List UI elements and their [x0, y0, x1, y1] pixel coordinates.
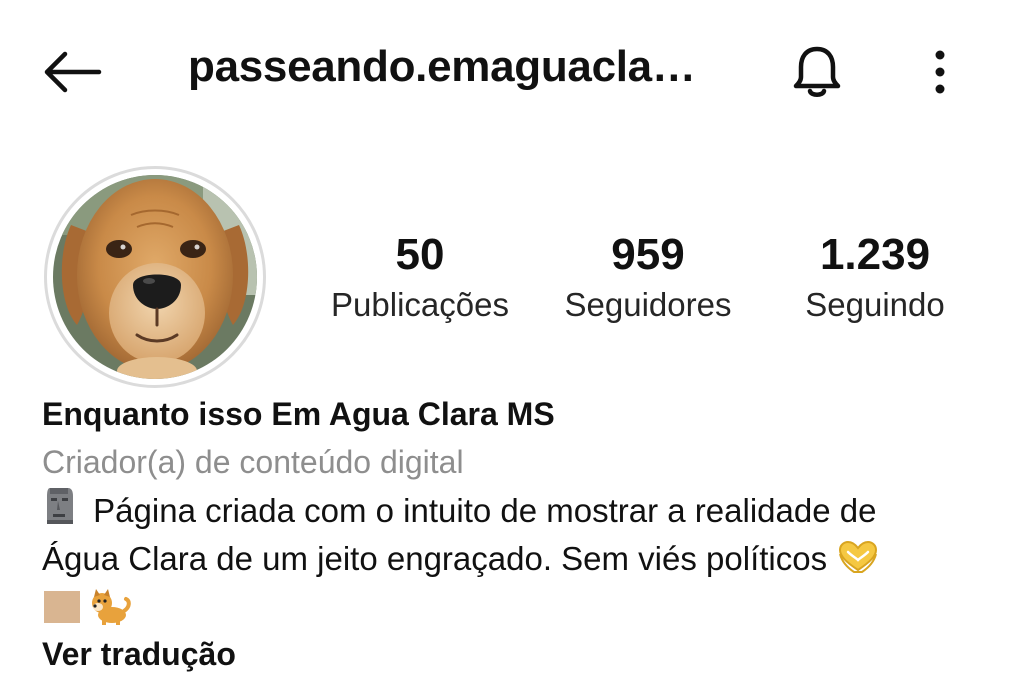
more-vertical-icon [935, 50, 945, 94]
bio-emoji-row [42, 583, 1002, 631]
moai-emoji [47, 488, 73, 524]
following-count: 1.239 [819, 230, 931, 279]
avatar-ring[interactable] [44, 166, 266, 388]
posts-label: Publicações [331, 286, 509, 323]
arrow-left-icon [44, 51, 102, 93]
display-name: Enquanto isso Em Agua Clara MS [42, 396, 555, 432]
bio-line-2-text: Água Clara de um jeito engraçado. Sem vi… [42, 540, 828, 577]
posts-count: 50 [395, 230, 445, 279]
stat-following[interactable]: 1.239 Seguindo [790, 228, 960, 328]
skin-tone-swatch-emoji [44, 591, 80, 623]
profile-avatar[interactable] [53, 175, 257, 379]
bio-line-2: Água Clara de um jeito engraçado. Sem vi… [42, 535, 1002, 583]
profile-bio: Enquanto isso Em Agua Clara MS Criador(a… [42, 390, 1002, 677]
heart-hands-emoji [839, 540, 878, 573]
profile-screen: passeando.emaguacla… 50 Publicações 959 … [0, 0, 1024, 700]
stat-posts[interactable]: 50 Publicações [318, 228, 522, 328]
see-translation-link[interactable]: Ver tradução [42, 631, 1002, 677]
stat-followers[interactable]: 959 Seguidores [550, 228, 746, 328]
profile-category: Criador(a) de conteúdo digital [42, 444, 464, 480]
dog-photo [53, 175, 257, 379]
bell-icon [793, 46, 841, 97]
followers-count: 959 [611, 230, 685, 279]
dog-emoji [92, 589, 131, 625]
notifications-button[interactable] [784, 40, 850, 104]
bio-line-1: Página criada com o intuito de mostrar a… [42, 486, 1002, 535]
profile-username: passeando.emaguacla… [188, 42, 696, 91]
following-label: Seguindo [805, 286, 945, 323]
followers-label: Seguidores [564, 286, 732, 323]
top-bar: passeando.emaguacla… [0, 28, 1024, 112]
back-button[interactable] [36, 46, 108, 98]
more-options-button[interactable] [910, 42, 970, 102]
bio-line-1-text: Página criada com o intuito de mostrar a… [93, 492, 877, 529]
